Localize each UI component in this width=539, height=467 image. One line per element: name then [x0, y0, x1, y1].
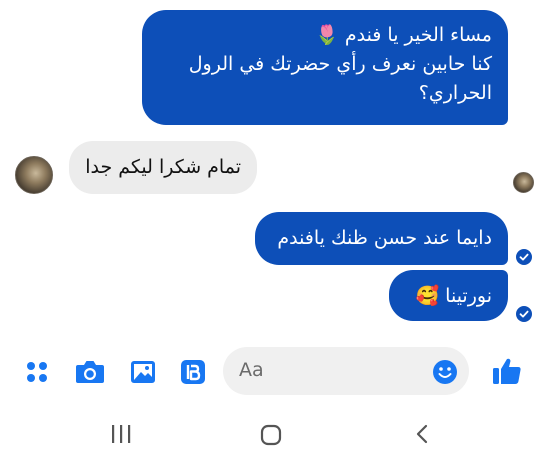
- back-icon[interactable]: [414, 423, 430, 445]
- grid-icon[interactable]: [25, 360, 49, 384]
- contact-avatar[interactable]: [15, 156, 53, 194]
- like-icon[interactable]: [492, 357, 522, 385]
- outgoing-message-bubble[interactable]: نورتينا 🥰: [389, 270, 508, 321]
- outgoing-message-bubble[interactable]: مساء الخير يا فندم 🌷 كنا حابين نعرف رأي …: [142, 10, 508, 125]
- home-icon[interactable]: [259, 423, 283, 447]
- delivered-check-icon: [516, 306, 532, 322]
- delivered-check-icon: [516, 249, 532, 265]
- camera-icon[interactable]: [75, 359, 105, 385]
- message-input[interactable]: Aa: [223, 347, 469, 395]
- sticker-icon[interactable]: [180, 359, 206, 385]
- message-input-placeholder: Aa: [239, 359, 264, 381]
- emoji-icon[interactable]: [432, 359, 458, 385]
- recent-apps-icon[interactable]: [110, 423, 132, 445]
- incoming-message-bubble[interactable]: تمام شكرا ليكم جدا: [69, 141, 257, 194]
- gallery-icon[interactable]: [130, 359, 156, 385]
- outgoing-message-bubble[interactable]: دايما عند حسن ظنك يافندم: [255, 212, 508, 265]
- seen-avatar: [513, 172, 534, 193]
